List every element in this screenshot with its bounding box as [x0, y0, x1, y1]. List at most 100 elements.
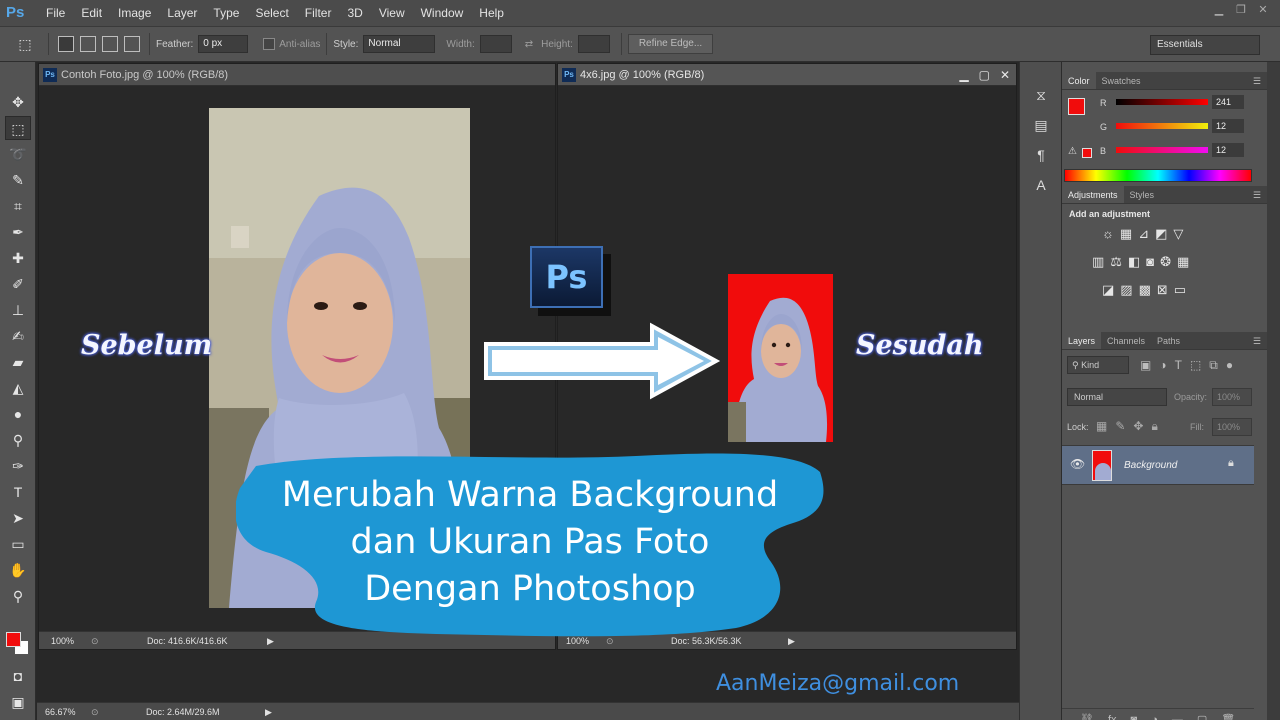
path-selection-tool-icon[interactable]: ➤ — [5, 506, 31, 530]
zoom-tool-icon[interactable]: ⚲ — [5, 584, 31, 608]
eraser-tool-icon[interactable]: ▰ — [5, 350, 31, 374]
close-icon[interactable]: ✕ — [1000, 64, 1010, 86]
swap-icon[interactable]: ⇄ — [525, 39, 533, 50]
antialias-checkbox[interactable] — [263, 38, 276, 50]
tab-swatches[interactable]: Swatches — [1096, 72, 1147, 89]
document-tab[interactable]: Ps 4x6.jpg @ 100% (RGB/8) ▁ ▢ ✕ — [558, 64, 1016, 86]
healing-brush-tool-icon[interactable]: ✚ — [5, 246, 31, 270]
tab-channels[interactable]: Channels — [1101, 332, 1151, 349]
paragraph-icon[interactable]: ¶ — [1028, 144, 1054, 166]
g-slider[interactable] — [1116, 123, 1208, 129]
quick-selection-tool-icon[interactable]: ✎ — [5, 168, 31, 192]
menu-type[interactable]: Type — [205, 6, 247, 20]
layer-style-icon[interactable]: fx — [1108, 709, 1117, 720]
color-spectrum[interactable] — [1064, 169, 1252, 182]
character-icon[interactable]: A — [1028, 174, 1054, 196]
brush-tool-icon[interactable]: ✐ — [5, 272, 31, 296]
add-mask-icon[interactable]: ◙ — [1131, 709, 1138, 720]
shape-filter-icon[interactable]: ⬚ — [1190, 358, 1201, 373]
width-input[interactable] — [479, 35, 512, 53]
minimize-icon[interactable]: ▁ — [959, 64, 968, 86]
fg-color-chip[interactable] — [1068, 98, 1085, 115]
menu-view[interactable]: View — [371, 6, 413, 20]
b-input[interactable]: 12 — [1212, 143, 1244, 157]
link-layers-icon[interactable]: ⛓ — [1080, 709, 1094, 720]
height-input[interactable] — [577, 35, 610, 53]
new-selection-icon[interactable] — [58, 36, 74, 52]
menu-edit[interactable]: Edit — [73, 6, 110, 20]
crop-tool-icon[interactable]: ⌗ — [5, 194, 31, 218]
blend-mode-select[interactable]: Normal — [1067, 388, 1167, 406]
g-input[interactable]: 12 — [1212, 119, 1244, 133]
history-brush-tool-icon[interactable]: ✍ — [5, 324, 31, 348]
smart-object-filter-icon[interactable]: ⧉ — [1209, 358, 1218, 373]
menu-help[interactable]: Help — [471, 6, 512, 20]
posterize-icon[interactable]: ▨ — [1120, 282, 1132, 298]
tab-layers[interactable]: Layers — [1062, 332, 1102, 349]
color-balance-icon[interactable]: ⚖ — [1110, 254, 1122, 270]
new-layer-icon[interactable]: ▢ — [1197, 709, 1207, 720]
document-tab[interactable]: Ps Contoh Foto.jpg @ 100% (RGB/8) — [39, 64, 555, 86]
channel-mixer-icon[interactable]: ❂ — [1160, 254, 1171, 270]
filter-toggle-icon[interactable]: ● — [1226, 358, 1233, 373]
b-slider[interactable] — [1116, 147, 1208, 153]
dodge-tool-icon[interactable]: ⚲ — [5, 428, 31, 452]
status-info-icon[interactable]: ⊙ — [91, 632, 99, 650]
zoom-level[interactable]: 100% — [51, 632, 74, 650]
pixel-filter-icon[interactable]: ▣ — [1140, 358, 1151, 373]
exposure-icon[interactable]: ◩ — [1155, 226, 1167, 242]
invert-icon[interactable]: ◪ — [1102, 282, 1114, 298]
hue-saturation-icon[interactable]: ▥ — [1092, 254, 1104, 270]
menu-3d[interactable]: 3D — [339, 6, 370, 20]
type-filter-icon[interactable]: T — [1175, 358, 1182, 373]
tab-adjustments[interactable]: Adjustments — [1062, 186, 1124, 203]
marquee-preset-icon[interactable]: ⬚ — [12, 32, 38, 56]
tab-color[interactable]: Color — [1062, 72, 1096, 89]
quick-mask-icon[interactable]: ◘ — [5, 664, 31, 688]
gradient-map-icon[interactable]: ▭ — [1174, 282, 1186, 298]
feather-input[interactable]: 0 px — [198, 35, 249, 53]
lasso-tool-icon[interactable]: ➰ — [5, 142, 31, 166]
screen-mode-icon[interactable]: ▣ — [5, 690, 31, 714]
foreground-color-swatch[interactable] — [6, 632, 21, 647]
status-menu-arrow-icon[interactable]: ▶ — [265, 703, 272, 720]
lock-pixels-icon[interactable]: ✎ — [1115, 419, 1125, 434]
new-adjustment-icon[interactable]: ◑ — [1151, 709, 1158, 720]
type-tool-icon[interactable]: T — [5, 480, 31, 504]
menu-window[interactable]: Window — [413, 6, 472, 20]
photo-filter-icon[interactable]: ◙ — [1146, 254, 1154, 270]
r-input[interactable]: 241 — [1212, 95, 1244, 109]
tab-styles[interactable]: Styles — [1124, 186, 1161, 203]
main-zoom-level[interactable]: 66.67% — [45, 703, 76, 720]
menu-layer[interactable]: Layer — [159, 6, 205, 20]
visibility-eye-icon[interactable]: 👁︎ — [1070, 457, 1085, 471]
close-icon[interactable]: ✕ — [1254, 3, 1272, 17]
lock-position-icon[interactable]: ✥ — [1133, 419, 1143, 434]
blur-tool-icon[interactable]: ● — [5, 402, 31, 426]
subtract-selection-icon[interactable] — [102, 36, 118, 52]
move-tool-icon[interactable]: ✥ — [5, 90, 31, 114]
intersect-selection-icon[interactable] — [124, 36, 140, 52]
menu-image[interactable]: Image — [110, 6, 159, 20]
gamut-warning-icon[interactable]: ⚠ — [1068, 146, 1077, 157]
layer-filter-select[interactable]: ⚲ Kind — [1067, 356, 1129, 374]
menu-file[interactable]: File — [38, 6, 73, 20]
style-select[interactable]: Normal — [363, 35, 436, 53]
rectangle-tool-icon[interactable]: ▭ — [5, 532, 31, 556]
maximize-icon[interactable]: ▢ — [979, 64, 990, 86]
color-lookup-icon[interactable]: ▦ — [1177, 254, 1189, 270]
layer-row-background[interactable]: 👁︎ Background 🔒︎ — [1062, 445, 1254, 485]
panel-menu-icon[interactable]: ☰ — [1253, 72, 1261, 90]
selective-color-icon[interactable]: ⊠ — [1157, 282, 1168, 298]
paint-bucket-tool-icon[interactable]: ◭ — [5, 376, 31, 400]
fill-input[interactable]: 100% — [1212, 418, 1252, 436]
hand-tool-icon[interactable]: ✋ — [5, 558, 31, 582]
black-white-icon[interactable]: ◧ — [1128, 254, 1140, 270]
layer-name[interactable]: Background — [1124, 460, 1177, 471]
gamut-color-chip[interactable] — [1082, 148, 1092, 158]
refine-edge-button[interactable]: Refine Edge... — [627, 34, 714, 54]
threshold-icon[interactable]: ▩ — [1139, 282, 1151, 298]
delete-layer-icon[interactable]: 🗑︎ — [1221, 709, 1235, 720]
levels-icon[interactable]: ▦ — [1120, 226, 1132, 242]
clone-stamp-tool-icon[interactable]: ⊥ — [5, 298, 31, 322]
